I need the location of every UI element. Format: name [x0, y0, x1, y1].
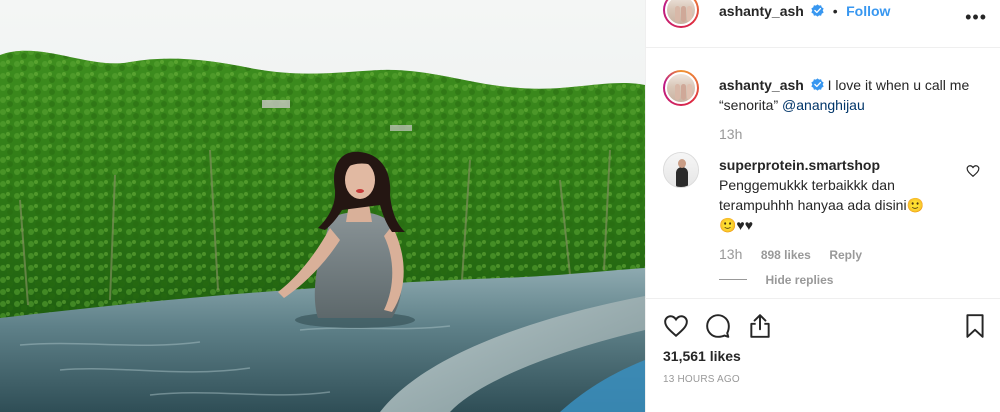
comment-time[interactable]: 13h — [719, 246, 742, 262]
comment-text-line2: terampuhhh hanyaa ada disini🙂 — [719, 197, 925, 213]
header-separator: • — [832, 3, 838, 19]
comment-meta: 13h 898 likes Reply — [719, 246, 862, 264]
more-icon[interactable]: ••• — [965, 7, 987, 28]
hide-replies-row[interactable]: Hide replies — [719, 271, 833, 289]
verified-icon — [811, 4, 824, 17]
replies-divider-line — [719, 279, 747, 281]
verified-icon — [811, 78, 824, 91]
comment-like-heart-icon[interactable] — [966, 164, 980, 178]
caption: ashanty_ash I love it when u call me “se… — [719, 75, 989, 115]
comment-icon[interactable] — [705, 313, 731, 339]
comment-username[interactable]: superprotein.smartshop — [719, 155, 959, 175]
hide-replies-button[interactable]: Hide replies — [765, 273, 833, 287]
post-timestamp[interactable]: 13 HOURS AGO — [663, 374, 740, 385]
photo-illustration — [0, 0, 645, 412]
comment-text-line3: 🙂♥♥ — [719, 217, 754, 233]
instagram-post: ashanty_ash • Follow ••• ashanty_ash I l… — [0, 0, 1000, 412]
likes-count[interactable]: 31,561 likes — [663, 348, 741, 364]
caption-username[interactable]: ashanty_ash — [719, 77, 804, 93]
post-header: ashanty_ash • Follow ••• — [646, 0, 1000, 48]
caption-time[interactable]: 13h — [719, 126, 742, 142]
caption-text-line2: “senorita” — [719, 97, 779, 113]
header-author-row: ashanty_ash • Follow — [719, 3, 890, 21]
commenter-avatar[interactable] — [663, 152, 699, 188]
caption-avatar[interactable] — [663, 70, 699, 106]
reply-button[interactable]: Reply — [829, 248, 862, 262]
post-photo[interactable] — [0, 0, 645, 412]
caption-mention[interactable]: @ananghijau — [782, 97, 865, 113]
author-avatar[interactable] — [663, 0, 699, 28]
comment-likes[interactable]: 898 likes — [761, 248, 811, 262]
header-username[interactable]: ashanty_ash — [719, 3, 804, 19]
comment: superprotein.smartshop Penggemukkk terba… — [719, 155, 959, 235]
comment-text-line1: Penggemukkk terbaikkk dan — [719, 177, 895, 193]
heart-icon[interactable] — [663, 313, 689, 339]
follow-button[interactable]: Follow — [846, 3, 890, 19]
caption-text-line1: I love it when u call me — [827, 77, 970, 93]
bookmark-icon[interactable] — [962, 313, 988, 339]
post-side-panel: ashanty_ash • Follow ••• ashanty_ash I l… — [645, 0, 1000, 412]
share-icon[interactable] — [747, 313, 773, 339]
